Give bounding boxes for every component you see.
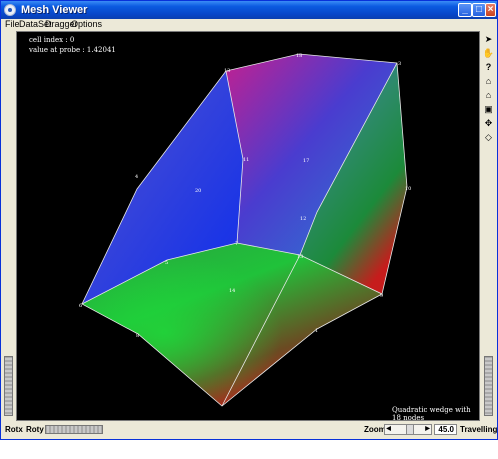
element-type-label: Quadratic wedge with 18 nodes: [392, 406, 471, 421]
node-label: 20: [195, 188, 201, 194]
app-icon[interactable]: [4, 4, 16, 16]
left-thumbwheel-strip: [1, 31, 16, 421]
close-button[interactable]: ×: [485, 3, 496, 17]
node-label: 5: [165, 260, 168, 266]
cell-index-readout: cell index : 0: [29, 36, 75, 44]
zoom-left-arrow-icon[interactable]: ◀: [385, 425, 392, 434]
right-thumbwheel[interactable]: [484, 356, 493, 416]
zoom-slider[interactable]: ◀ ▶: [384, 424, 432, 435]
node-label: 3: [398, 61, 401, 67]
zoom-label: Zoom: [364, 425, 386, 434]
node-label: 13: [297, 254, 303, 260]
node-label: 10: [405, 186, 411, 192]
view-all-icon[interactable]: ▣: [482, 103, 495, 115]
set-home-icon[interactable]: ⌂: [482, 89, 495, 101]
node-label: 14: [229, 288, 235, 294]
hand-view-icon[interactable]: ✋: [482, 47, 495, 59]
mesh-viewer-window: Mesh Viewer _ □ × File DataSet Dragger O…: [0, 0, 498, 440]
node-label: 18: [296, 53, 302, 59]
node-label: 8: [136, 333, 139, 339]
help-icon[interactable]: ?: [482, 61, 495, 73]
zoom-value-field[interactable]: 45.0: [434, 424, 457, 435]
minimize-button[interactable]: _: [458, 3, 472, 17]
node-label: 13: [224, 68, 230, 74]
left-thumbwheel[interactable]: [4, 356, 13, 416]
node-label: 11: [243, 157, 249, 163]
rotx-label: Rotx: [5, 425, 23, 434]
menu-options[interactable]: Options: [71, 19, 102, 30]
seek-icon[interactable]: ✥: [482, 117, 495, 129]
node-label: 17: [303, 158, 309, 164]
home-icon[interactable]: ⌂: [482, 75, 495, 87]
mesh-render: 18 3 13 11 17 20 4 10 12 7 5 13 14 9 6 1…: [79, 53, 411, 407]
node-label: 1: [315, 328, 318, 334]
menu-bar: File DataSet Dragger Options: [1, 19, 497, 30]
node-label: 9: [380, 293, 383, 299]
roty-thumbwheel[interactable]: [45, 425, 103, 434]
node-label: 4: [135, 174, 138, 180]
perspective-icon[interactable]: ◇: [482, 131, 495, 143]
zoom-slider-thumb[interactable]: [406, 425, 414, 434]
roty-label: Roty: [26, 425, 44, 434]
title-bar[interactable]: Mesh Viewer _ □ ×: [1, 1, 497, 19]
bottom-bar: Rotx Roty Zoom ◀ ▶ 45.0 Travelling: [1, 421, 497, 438]
right-toolbar: ➤ ✋ ? ⌂ ⌂ ▣ ✥ ◇: [480, 31, 497, 421]
maximize-button[interactable]: □: [472, 3, 486, 17]
zoom-right-arrow-icon[interactable]: ▶: [424, 425, 431, 434]
travelling-mode-label: Travelling: [460, 425, 498, 434]
menu-file[interactable]: File: [5, 19, 20, 30]
node-label: 12: [300, 216, 306, 222]
node-label: 6: [79, 303, 82, 309]
render-viewport[interactable]: 18 3 13 11 17 20 4 10 12 7 5 13 14 9 6 1…: [16, 31, 480, 421]
pick-arrow-icon[interactable]: ➤: [482, 33, 495, 45]
probe-value-readout: value at probe : 1.42041: [29, 46, 116, 54]
window-title: Mesh Viewer: [21, 4, 88, 16]
node-label: 7: [235, 241, 238, 247]
